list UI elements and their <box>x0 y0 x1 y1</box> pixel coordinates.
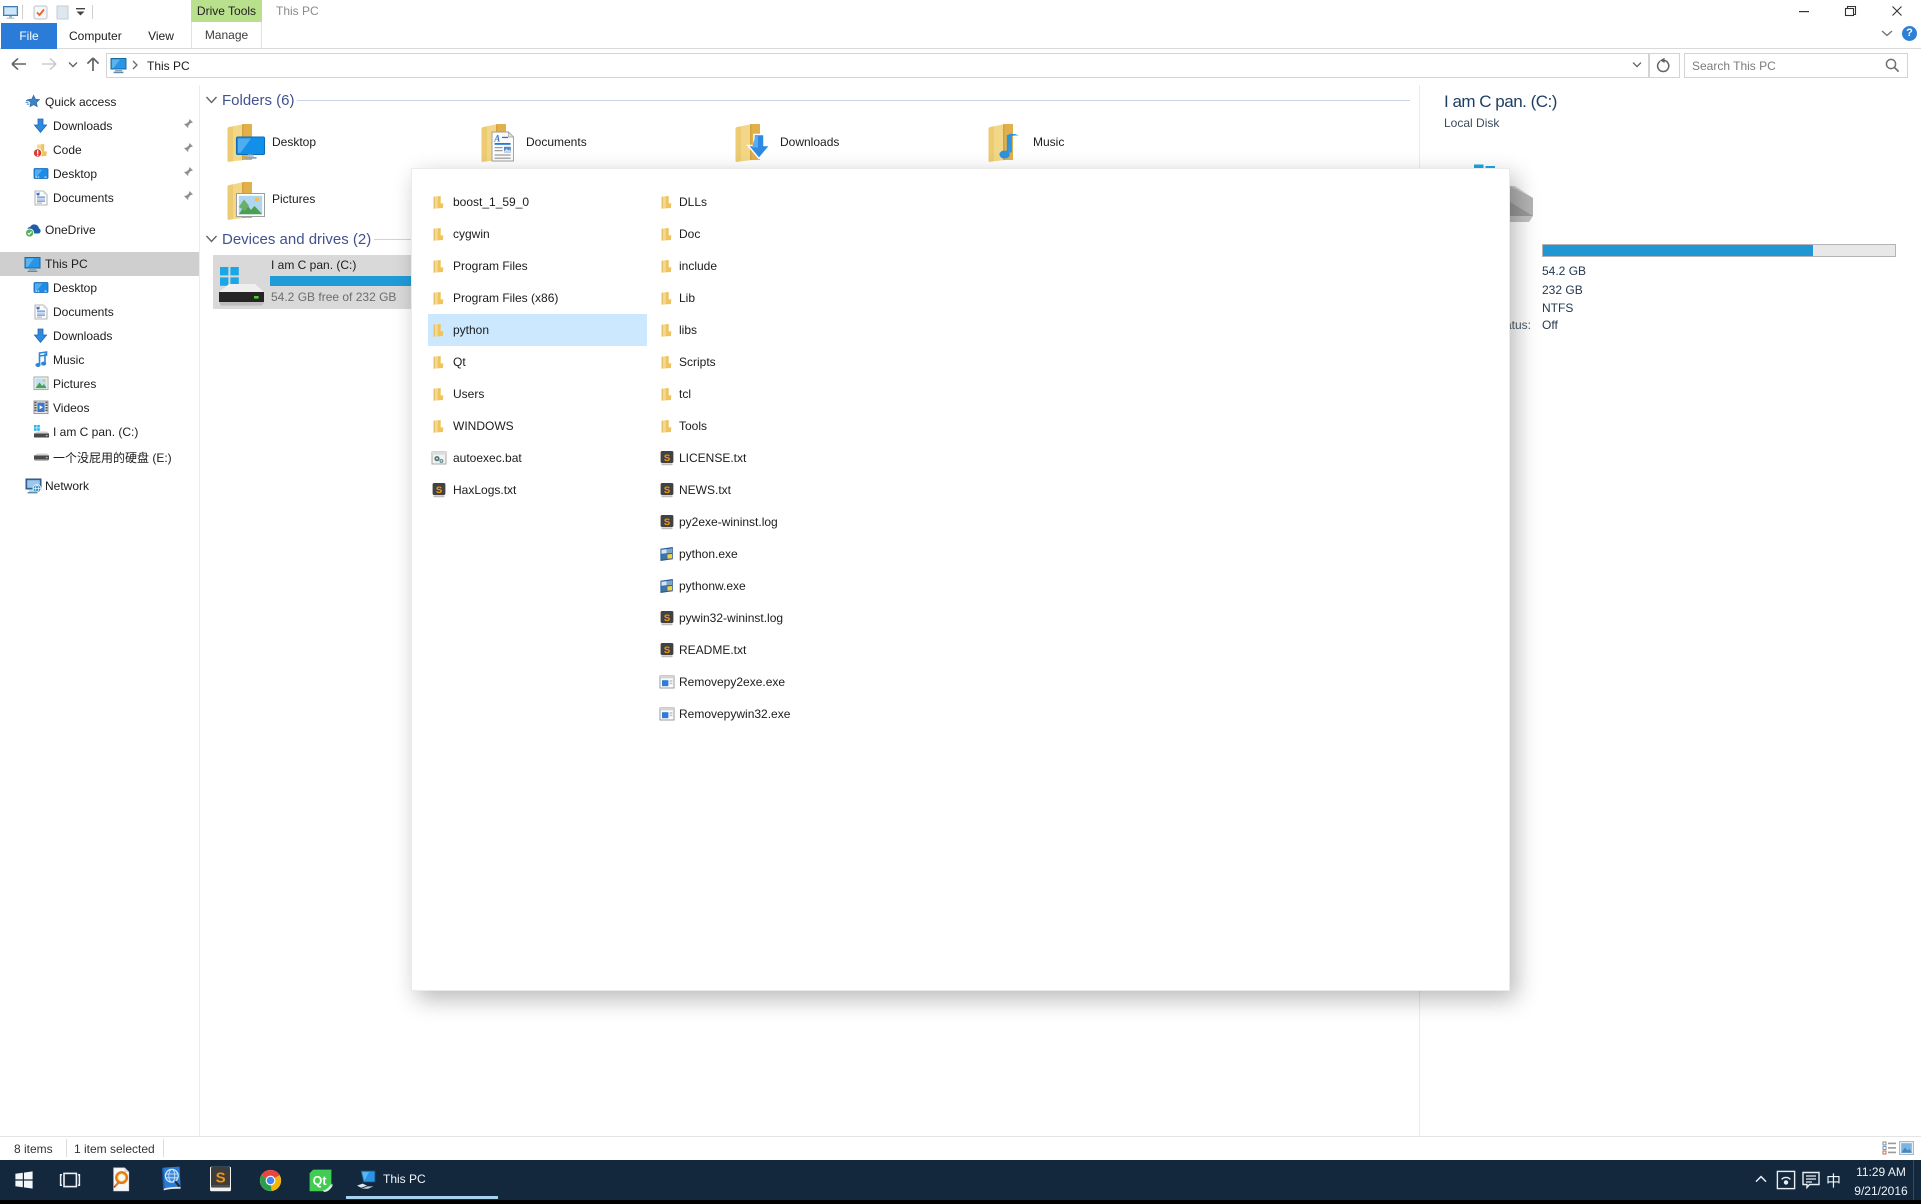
svg-text:Qt: Qt <box>313 1174 328 1188</box>
svg-text:S: S <box>216 1170 226 1187</box>
svg-text:A: A <box>493 134 500 144</box>
